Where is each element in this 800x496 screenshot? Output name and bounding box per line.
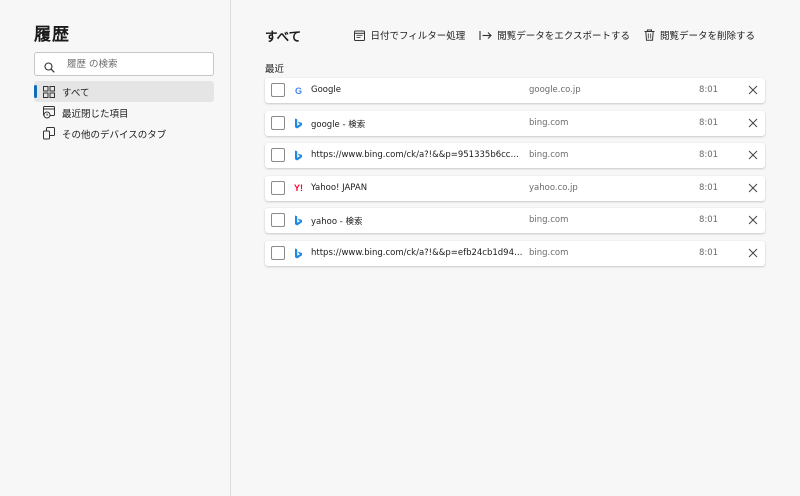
search-box[interactable] bbox=[34, 52, 214, 76]
google-favicon-icon: G bbox=[294, 85, 302, 96]
row-checkbox[interactable] bbox=[271, 83, 285, 97]
sidebar-item-label: すべて bbox=[62, 87, 90, 99]
close-icon[interactable] bbox=[747, 84, 759, 96]
row-checkbox[interactable] bbox=[271, 245, 285, 260]
export-browsing-data-label: 閲覧データをエクスポートする bbox=[497, 31, 630, 42]
bing-favicon-icon bbox=[293, 215, 304, 226]
bing-favicon-icon bbox=[293, 150, 304, 161]
close-icon[interactable] bbox=[747, 182, 759, 194]
row-domain: bing.com bbox=[529, 117, 569, 128]
history-row[interactable]: G Google google.co.jp 8:01 bbox=[265, 78, 765, 103]
sidebar-item-all[interactable]: すべて bbox=[34, 81, 214, 102]
close-icon[interactable] bbox=[747, 247, 759, 259]
row-title[interactable]: Yahoo! JAPAN bbox=[311, 183, 523, 193]
delete-browsing-data-label: 閲覧データを削除する bbox=[659, 31, 755, 42]
row-checkbox[interactable] bbox=[271, 213, 285, 227]
recently-closed-icon bbox=[42, 106, 56, 120]
row-time: 8:01 bbox=[699, 182, 719, 193]
row-title[interactable]: https://www.bing.com/ck/a?!&&p=951335b6c… bbox=[311, 150, 523, 160]
close-icon[interactable] bbox=[747, 149, 759, 161]
sidebar: 履歴 すべて 最近閉じた項目 その他のデバイスのタブ bbox=[0, 0, 231, 496]
other-devices-icon bbox=[42, 127, 56, 141]
row-title[interactable]: yahoo - 検索 bbox=[311, 215, 523, 227]
bing-favicon-icon bbox=[293, 118, 304, 129]
row-checkbox[interactable] bbox=[271, 148, 285, 162]
sidebar-title: 履歴 bbox=[34, 25, 70, 45]
section-label-recent: 最近 bbox=[265, 64, 285, 75]
yahoo-favicon-icon: Y! bbox=[294, 183, 303, 193]
search-input[interactable] bbox=[65, 55, 209, 74]
history-row[interactable]: https://www.bing.com/ck/a?!&&p=efb24cb1d… bbox=[265, 240, 765, 266]
row-time: 8:01 bbox=[699, 85, 719, 95]
sidebar-item-label: その他のデバイスのタブ bbox=[62, 129, 167, 141]
main-panel: すべて 日付でフィルター処理 閲覧データをエクスポートする 閲覧データを削除する… bbox=[231, 0, 800, 496]
history-row[interactable]: google - 検索 bing.com 8:01 bbox=[265, 110, 765, 136]
row-domain: google.co.jp bbox=[529, 85, 581, 95]
row-time: 8:01 bbox=[699, 215, 719, 225]
filter-by-date-button[interactable]: 日付でフィルター処理 bbox=[354, 28, 465, 42]
sidebar-item-other-devices[interactable]: その他のデバイスのタブ bbox=[34, 123, 214, 144]
row-checkbox[interactable] bbox=[271, 180, 285, 195]
filter-by-date-label: 日付でフィルター処理 bbox=[370, 31, 466, 42]
row-checkbox[interactable] bbox=[271, 115, 285, 130]
history-row[interactable]: yahoo - 検索 bing.com 8:01 bbox=[265, 208, 765, 233]
row-time: 8:01 bbox=[699, 117, 719, 128]
history-row[interactable]: https://www.bing.com/ck/a?!&&p=951335b6c… bbox=[265, 143, 765, 168]
search-icon bbox=[44, 58, 55, 77]
history-row[interactable]: Y! Yahoo! JAPAN yahoo.co.jp 8:01 bbox=[265, 175, 765, 201]
row-domain: bing.com bbox=[529, 215, 569, 225]
sidebar-item-recently-closed[interactable]: 最近閉じた項目 bbox=[34, 102, 214, 123]
export-icon bbox=[479, 30, 493, 41]
toolbar: 日付でフィルター処理 閲覧データをエクスポートする 閲覧データを削除する bbox=[354, 28, 755, 42]
sidebar-nav: すべて 最近閉じた項目 その他のデバイスのタブ bbox=[34, 81, 214, 144]
history-list: G Google google.co.jp 8:01 google - 検索 b… bbox=[265, 78, 765, 273]
row-time: 8:01 bbox=[699, 247, 719, 258]
export-browsing-data-button[interactable]: 閲覧データをエクスポートする bbox=[479, 28, 630, 42]
sidebar-item-label: 最近閉じた項目 bbox=[62, 108, 129, 120]
trash-icon bbox=[644, 29, 655, 41]
row-domain: bing.com bbox=[529, 247, 569, 258]
row-title[interactable]: google - 検索 bbox=[311, 118, 523, 130]
grid-icon bbox=[42, 85, 56, 99]
close-icon[interactable] bbox=[747, 214, 759, 226]
delete-browsing-data-button[interactable]: 閲覧データを削除する bbox=[644, 28, 755, 42]
row-title[interactable]: Google bbox=[311, 85, 523, 95]
row-domain: bing.com bbox=[529, 150, 569, 160]
row-domain: yahoo.co.jp bbox=[529, 182, 578, 193]
bing-favicon-icon bbox=[293, 248, 304, 259]
row-time: 8:01 bbox=[699, 150, 719, 160]
calendar-icon bbox=[354, 30, 366, 41]
page-title: すべて bbox=[265, 29, 302, 44]
row-title[interactable]: https://www.bing.com/ck/a?!&&p=efb24cb1d… bbox=[311, 248, 523, 258]
close-icon[interactable] bbox=[747, 117, 759, 129]
